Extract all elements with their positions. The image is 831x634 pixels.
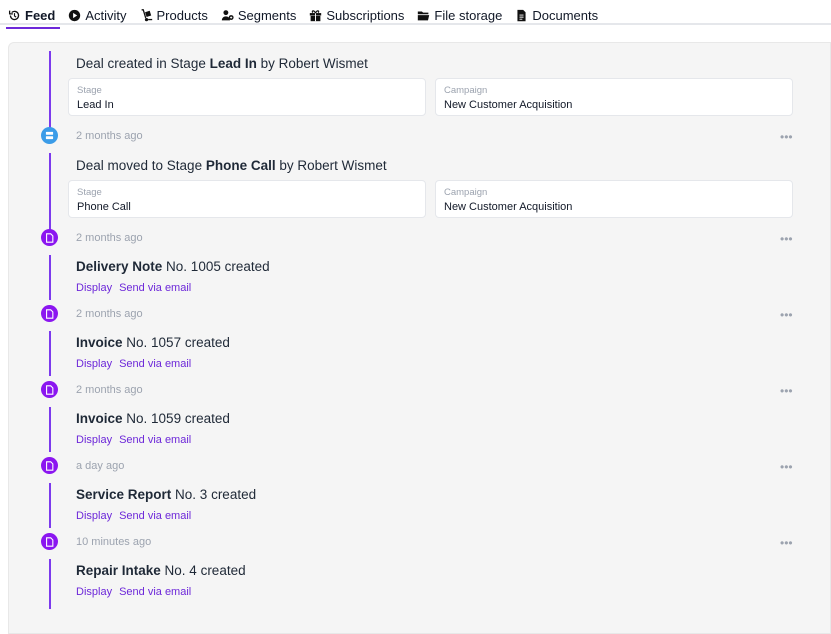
timeline-line — [49, 407, 51, 452]
display-link[interactable]: Display — [76, 358, 112, 370]
document-number: No. 4 created — [160, 563, 246, 578]
tab-label: Products — [156, 7, 208, 23]
more-options-button[interactable]: ••• — [780, 131, 793, 143]
field-value: New Customer Acquisition — [444, 99, 573, 111]
document-icon — [41, 381, 58, 398]
document-type: Invoice — [76, 411, 123, 426]
send-via-email-link[interactable]: Send via email — [119, 586, 191, 598]
tab-label: Subscriptions — [326, 7, 405, 23]
display-link[interactable]: Display — [76, 282, 112, 294]
tab-label: Activity — [85, 7, 127, 23]
entry-actions: Display Send via email — [76, 586, 198, 598]
document-number: No. 1057 created — [122, 335, 230, 350]
timeline-line — [49, 483, 51, 528]
document-number: No. 1059 created — [122, 411, 230, 426]
stage-name: Lead In — [209, 56, 257, 71]
more-options-button[interactable]: ••• — [780, 233, 793, 245]
document-icon — [515, 9, 528, 22]
feed-entry-title: Invoice No. 1059 created — [76, 411, 230, 426]
timestamp: 2 months ago — [76, 130, 143, 142]
tab-bar: Feed Activity Products Segments Subscrip… — [0, 0, 831, 29]
send-via-email-link[interactable]: Send via email — [119, 510, 191, 522]
title-prefix: Deal created in Stage — [76, 56, 210, 71]
timeline-line — [49, 153, 51, 231]
history-icon — [8, 9, 21, 22]
feed-entry-title: Deal moved to Stage Phone Call by Robert… — [76, 158, 387, 173]
field-label: Campaign — [444, 85, 488, 96]
entry-actions: Display Send via email — [76, 434, 198, 446]
user-group-icon — [221, 9, 234, 22]
tab-label: Documents — [532, 7, 599, 23]
gift-icon — [309, 9, 322, 22]
entry-actions: Display Send via email — [76, 358, 198, 370]
field-label: Campaign — [444, 187, 488, 198]
tab-documents[interactable]: Documents — [507, 4, 603, 26]
more-options-button[interactable]: ••• — [780, 385, 793, 397]
document-icon — [41, 533, 58, 550]
campaign-field: Campaign New Customer Acquisition — [435, 180, 793, 218]
document-type: Service Report — [76, 487, 172, 502]
field-value: Phone Call — [77, 201, 131, 213]
stage-change-icon — [41, 127, 58, 144]
tab-file-storage[interactable]: File storage — [409, 4, 507, 26]
document-type: Invoice — [76, 335, 123, 350]
send-via-email-link[interactable]: Send via email — [119, 282, 191, 294]
display-link[interactable]: Display — [76, 510, 112, 522]
feed-entry-title: Invoice No. 1057 created — [76, 335, 230, 350]
document-number: No. 3 created — [171, 487, 257, 502]
timeline-line — [49, 559, 51, 609]
feed-entry-title: Delivery Note No. 1005 created — [76, 259, 270, 274]
tab-segments[interactable]: Segments — [213, 4, 302, 26]
play-circle-icon — [68, 9, 81, 22]
timeline-line — [49, 51, 51, 129]
entry-actions: Display Send via email — [76, 282, 198, 294]
feed-entry-title: Deal created in Stage Lead In by Robert … — [76, 56, 368, 71]
timestamp: 2 months ago — [76, 308, 143, 320]
tab-subscriptions[interactable]: Subscriptions — [301, 4, 409, 26]
field-value: Lead In — [77, 99, 114, 111]
feed-entry-title: Repair Intake No. 4 created — [76, 563, 246, 578]
tab-activity[interactable]: Activity — [60, 4, 131, 26]
timeline-line — [49, 255, 51, 300]
field-label: Stage — [77, 187, 102, 198]
tab-label: Segments — [237, 7, 297, 23]
document-type: Delivery Note — [76, 259, 163, 274]
send-via-email-link[interactable]: Send via email — [119, 434, 191, 446]
document-icon — [41, 457, 58, 474]
more-options-button[interactable]: ••• — [780, 537, 793, 549]
tab-products[interactable]: Products — [132, 4, 213, 26]
campaign-field: Campaign New Customer Acquisition — [435, 78, 793, 116]
title-prefix: Deal moved to Stage — [76, 158, 206, 173]
field-value: New Customer Acquisition — [444, 201, 573, 213]
feed-entry-title: Service Report No. 3 created — [76, 487, 256, 502]
timestamp: 2 months ago — [76, 384, 143, 396]
timestamp: 2 months ago — [76, 232, 143, 244]
more-options-button[interactable]: ••• — [780, 309, 793, 321]
display-link[interactable]: Display — [76, 586, 112, 598]
title-suffix: by Robert Wismet — [256, 56, 368, 71]
timeline-line — [49, 331, 51, 376]
document-icon — [41, 229, 58, 246]
timestamp: a day ago — [76, 460, 125, 472]
feed-panel: Deal created in Stage Lead In by Robert … — [8, 42, 831, 634]
title-suffix: by Robert Wismet — [275, 158, 387, 173]
stage-name: Phone Call — [205, 158, 276, 173]
timestamp: 10 minutes ago — [76, 536, 152, 548]
folder-icon — [417, 9, 430, 22]
entry-actions: Display Send via email — [76, 510, 198, 522]
document-type: Repair Intake — [76, 563, 161, 578]
display-link[interactable]: Display — [76, 434, 112, 446]
field-label: Stage — [77, 85, 102, 96]
stage-field: Stage Phone Call — [68, 180, 426, 218]
stage-field: Stage Lead In — [68, 78, 426, 116]
tab-label: Feed — [25, 7, 56, 23]
document-icon — [41, 305, 58, 322]
tab-feed[interactable]: Feed — [0, 4, 61, 29]
document-number: No. 1005 created — [162, 259, 270, 274]
hand-truck-icon — [140, 8, 153, 22]
more-options-button[interactable]: ••• — [780, 461, 793, 473]
tab-label: File storage — [434, 7, 503, 23]
send-via-email-link[interactable]: Send via email — [119, 358, 191, 370]
